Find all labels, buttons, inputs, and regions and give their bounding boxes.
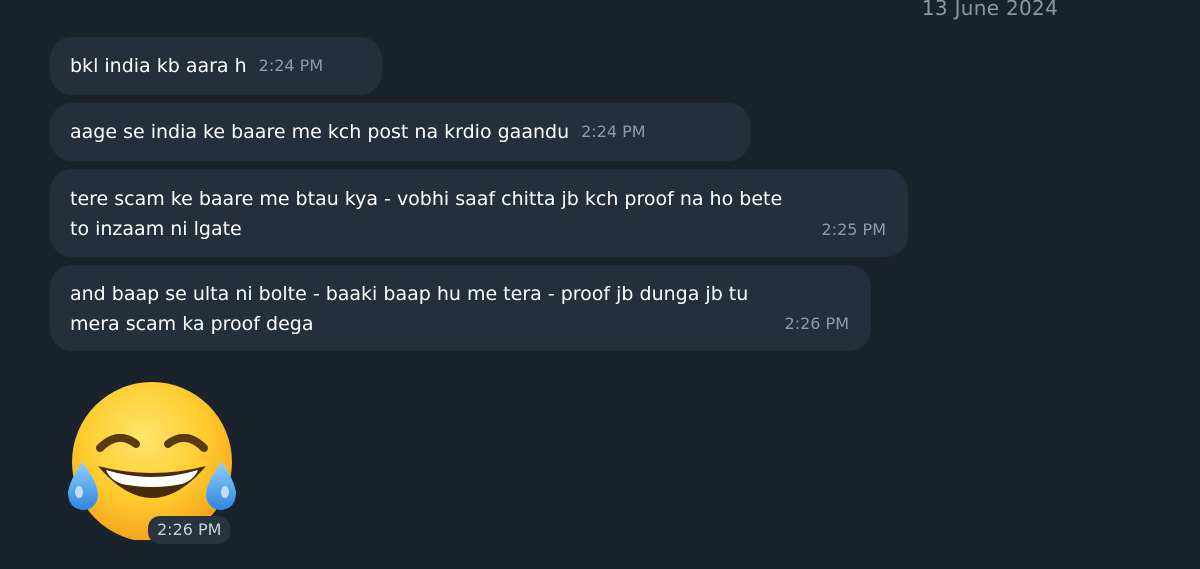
- message-bubble[interactable]: aage se india ke baare me kch post na kr…: [50, 103, 750, 161]
- message-bubble[interactable]: tere scam ke baare me btau kya - vobhi s…: [50, 169, 908, 257]
- message-text: aage se india ke baare me kch post na kr…: [70, 121, 570, 143]
- message-timestamp: 2:24 PM: [258, 56, 324, 75]
- message-bubble[interactable]: and baap se ulta ni bolte - baaki baap h…: [50, 265, 871, 351]
- message-text-line: and baap se ulta ni bolte - baaki baap h…: [70, 283, 749, 305]
- message-text: bkl india kb aara h: [70, 55, 247, 77]
- sticker-timestamp: 2:26 PM: [148, 516, 231, 544]
- message-text-line: mera scam ka proof dega: [70, 313, 314, 335]
- message-text-line: to inzaam ni lgate: [70, 218, 242, 240]
- chat-date-label: 13 June 2024: [921, 0, 1059, 20]
- message-timestamp: 2:24 PM: [581, 122, 646, 141]
- message-timestamp: 2:25 PM: [821, 220, 886, 239]
- message-bubble[interactable]: bkl india kb aara h 2:24 PM: [50, 37, 382, 95]
- message-timestamp: 2:26 PM: [784, 314, 849, 333]
- message-text-line: tere scam ke baare me btau kya - vobhi s…: [70, 188, 783, 210]
